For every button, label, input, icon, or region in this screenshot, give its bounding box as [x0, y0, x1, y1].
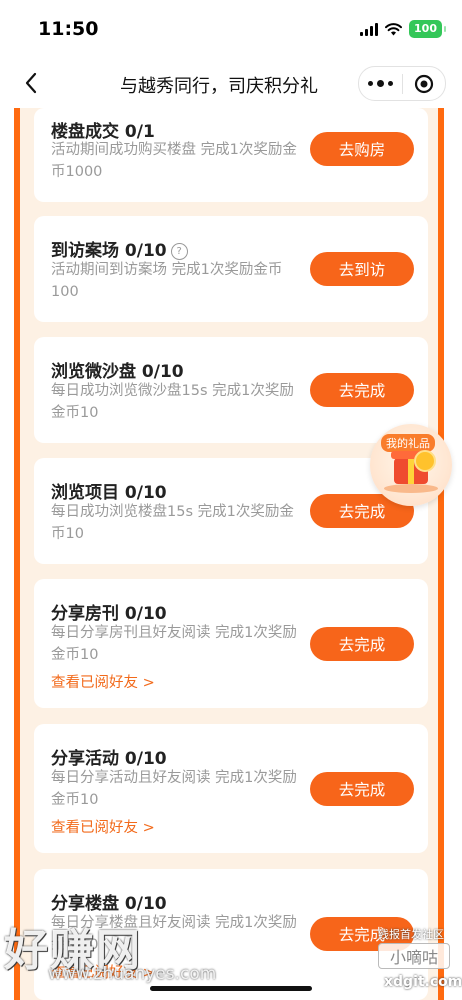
watermark-tagline: 线报首发社区 [378, 928, 444, 941]
task-title: 浏览微沙盘 0/10 [51, 362, 184, 382]
back-button[interactable] [14, 66, 48, 100]
complete-share-activity-button[interactable]: 去完成 [310, 772, 414, 806]
home-indicator [150, 986, 312, 991]
watermark-url: www.zhuanyes.com [48, 964, 217, 984]
task-description: 每日成功浏览楼盘15s 完成1次奖励金币10 [51, 504, 294, 542]
view-read-friends-link[interactable]: 查看已阅好友 > [51, 671, 155, 692]
task-card-share-magazine: 分享房刊 0/10 每日分享房刊且好友阅读 完成1次奖励金币10 查看已阅好友 … [34, 579, 428, 708]
go-visit-button[interactable]: 去到访 [310, 252, 414, 286]
status-time: 11:50 [38, 18, 99, 40]
task-description: 活动期间成功购买楼盘 完成1次奖励金币1000 [51, 142, 297, 180]
close-mini-program-button[interactable] [403, 74, 446, 94]
task-title: 到访案场 0/10? [51, 236, 188, 261]
watermark-brand: 小嘀咕 [378, 943, 450, 969]
battery-icon: 100 [409, 20, 446, 38]
my-gifts-floating-button[interactable]: 我的礼品 [370, 424, 452, 506]
nav-bar: 与越秀同行，司庆积分礼 [0, 58, 462, 108]
signal-icon [360, 22, 379, 36]
task-card-project: 浏览项目 0/10 每日成功浏览楼盘15s 完成1次奖励金币10 去完成 [34, 458, 428, 564]
task-description: 活动期间到访案场 完成1次奖励金币100 [51, 262, 283, 300]
task-list-area: 楼盘成交 0/1 活动期间成功购买楼盘 完成1次奖励金币1000 去购房 到访案… [0, 108, 462, 1000]
task-card-sandbox: 浏览微沙盘 0/10 每日成功浏览微沙盘15s 完成1次奖励金币10 去完成 [34, 337, 428, 443]
page-title: 与越秀同行，司庆积分礼 [120, 76, 318, 97]
complete-share-magazine-button[interactable]: 去完成 [310, 627, 414, 661]
task-card-purchase: 楼盘成交 0/1 活动期间成功购买楼盘 完成1次奖励金币1000 去购房 [34, 108, 428, 202]
task-description: 每日成功浏览微沙盘15s 完成1次奖励金币10 [51, 383, 294, 421]
status-bar: 11:50 100 [0, 0, 462, 58]
task-title: 分享活动 0/10 [51, 749, 167, 769]
complete-sandbox-button[interactable]: 去完成 [310, 373, 414, 407]
wifi-icon [385, 22, 403, 35]
task-title-text: 到访案场 0/10 [51, 241, 167, 261]
task-card-visit: 到访案场 0/10? 活动期间到访案场 完成1次奖励金币100 去到访 [34, 216, 428, 322]
coin-icon [414, 450, 436, 472]
task-description: 每日分享活动且好友阅读 完成1次奖励金币10 [51, 770, 297, 808]
more-menu-button[interactable] [359, 79, 402, 87]
watermark-domain: xdgit.com [384, 974, 462, 990]
task-description: 每日分享房刊且好友阅读 完成1次奖励金币10 [51, 625, 297, 663]
status-icons: 100 [360, 20, 446, 38]
more-dots-icon [367, 80, 373, 86]
chevron-left-icon [25, 72, 37, 94]
go-purchase-button[interactable]: 去购房 [310, 132, 414, 166]
task-card-share-activity: 分享活动 0/10 每日分享活动且好友阅读 完成1次奖励金币10 查看已阅好友 … [34, 724, 428, 853]
target-close-icon [414, 74, 433, 93]
task-title: 分享房刊 0/10 [51, 604, 167, 624]
gift-base-icon [384, 484, 438, 493]
task-title: 分享楼盘 0/10 [51, 894, 167, 914]
task-title: 浏览项目 0/10 [51, 483, 167, 503]
mini-program-capsule [358, 66, 446, 101]
view-read-friends-link[interactable]: 查看已阅好友 > [51, 816, 155, 837]
help-icon[interactable]: ? [170, 243, 188, 260]
